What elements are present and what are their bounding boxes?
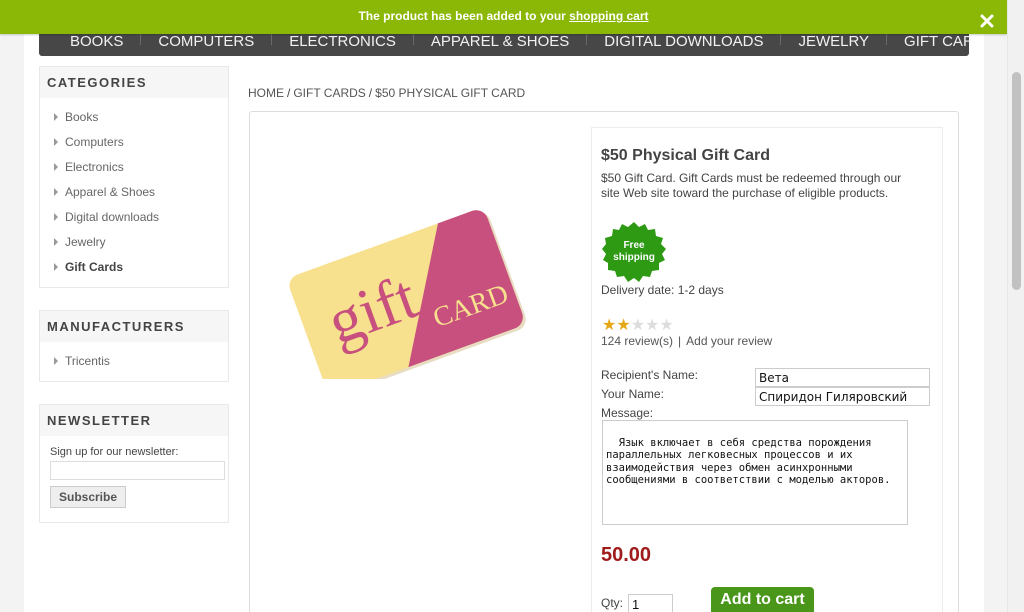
delivery-date: Delivery date: 1-2 days — [601, 283, 724, 297]
star-empty-icon: ★ — [645, 317, 660, 334]
category-electronics[interactable]: Electronics — [54, 154, 228, 179]
add-to-cart-button[interactable]: Add to cart — [711, 587, 814, 612]
breadcrumb-giftcards[interactable]: Gift Cards — [293, 86, 365, 100]
newsletter-block: Newsletter Sign up for our newsletter: S… — [39, 404, 229, 523]
scrollbar-thumb[interactable] — [1012, 72, 1021, 290]
product-image[interactable]: gift CARD — [286, 194, 526, 395]
product-price: 50.00 — [601, 544, 652, 566]
recipient-name-input[interactable]: Вета — [755, 368, 930, 387]
arrow-right-icon — [54, 212, 58, 221]
breadcrumb-current: $50 Physical Gift Card — [375, 86, 526, 100]
category-computers[interactable]: Computers — [54, 129, 228, 154]
arrow-right-icon — [54, 187, 58, 196]
category-giftcards[interactable]: Gift Cards — [54, 254, 228, 279]
categories-block: Categories Books Computers Electronics A… — [39, 66, 229, 288]
message-textarea[interactable]: Язык включает в себя средства порождения… — [602, 420, 908, 525]
notification-text: The product has been added to your — [358, 9, 566, 23]
free-shipping-badge: Free shipping — [602, 222, 666, 284]
message-text: Язык включает в себя средства порождения… — [606, 436, 891, 487]
star-empty-icon: ★ — [659, 317, 674, 334]
arrow-right-icon — [54, 356, 58, 365]
star-filled-icon: ★ — [602, 317, 617, 334]
add-review-link[interactable]: Add your review — [686, 334, 772, 348]
quantity-input[interactable]: 1 — [628, 594, 673, 612]
category-digital[interactable]: Digital downloads — [54, 204, 228, 229]
message-label: Message: — [601, 406, 654, 420]
your-name-input[interactable]: Спиридон Гиляровский — [755, 387, 930, 406]
manufacturers-block: Manufacturers Tricentis — [39, 310, 229, 382]
arrow-right-icon — [54, 237, 58, 246]
subscribe-button[interactable]: Subscribe — [50, 486, 127, 508]
arrow-right-icon — [54, 162, 58, 171]
category-apparel[interactable]: Apparel & Shoes — [54, 179, 228, 204]
reviews-count-link[interactable]: 124 review(s) — [601, 334, 673, 348]
manufacturers-title: Manufacturers — [40, 311, 228, 342]
categories-title: Categories — [40, 67, 228, 98]
category-jewelry[interactable]: Jewelry — [54, 229, 228, 254]
shopping-cart-link[interactable]: shopping cart — [569, 9, 648, 23]
product-description: $50 Gift Card. Gift Cards must be redeem… — [601, 171, 902, 200]
breadcrumb-home[interactable]: Home — [248, 86, 284, 100]
rating-stars: ★ ★ ★ ★ ★ — [602, 318, 674, 334]
star-filled-icon: ★ — [616, 317, 631, 334]
arrow-right-icon — [54, 262, 58, 271]
quantity-label: Qty: — [601, 596, 624, 610]
reviews-links: 124 review(s) | Add your review — [601, 334, 773, 348]
category-books[interactable]: Books — [54, 104, 228, 129]
newsletter-email-input[interactable] — [50, 461, 225, 480]
your-name-label: Your Name: — [601, 387, 664, 401]
svg-text:shipping: shipping — [613, 252, 655, 263]
notification-bar: The product has been added to your shopp… — [0, 0, 1007, 34]
newsletter-title: Newsletter — [40, 405, 228, 436]
breadcrumb: Home / Gift Cards / $50 Physical Gift Card — [248, 86, 526, 100]
star-empty-icon: ★ — [630, 317, 646, 334]
resize-grip-icon[interactable] — [897, 514, 906, 523]
page-scrollbar[interactable] — [1007, 0, 1024, 612]
arrow-right-icon — [54, 112, 58, 121]
svg-text:Free: Free — [623, 240, 645, 251]
recipient-name-label: Recipient's Name: — [601, 368, 698, 382]
product-name: $50 Physical Gift Card — [601, 147, 770, 164]
manufacturer-tricentis[interactable]: Tricentis — [54, 348, 228, 373]
close-icon[interactable] — [979, 9, 995, 28]
newsletter-label: Sign up for our newsletter: — [50, 446, 179, 458]
arrow-right-icon — [54, 137, 58, 146]
